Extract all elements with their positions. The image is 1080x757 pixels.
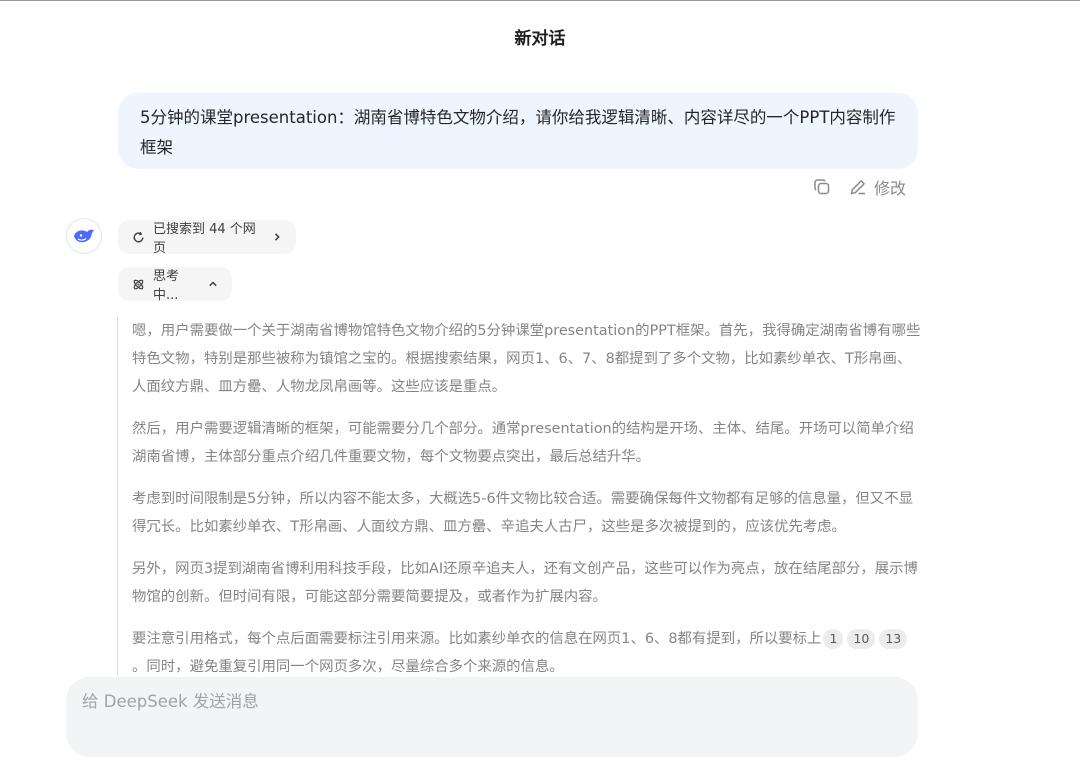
atom-icon — [133, 279, 144, 289]
thinking-paragraph: 考虑到时间限制是5分钟，所以内容不能太多，大概选5-6件文物比较合适。需要确保每… — [132, 491, 913, 535]
message-actions: 修改 — [812, 176, 906, 198]
citation-badge[interactable]: 13 — [879, 629, 908, 649]
message-input-box — [66, 677, 918, 757]
copy-button[interactable] — [812, 177, 832, 197]
thinking-content: 嗯，用户需要做一个关于湖南省博物馆特色文物介绍的5分钟课堂presentatio… — [117, 317, 922, 675]
chevron-right-icon — [274, 233, 280, 241]
thinking-toggle-chip[interactable]: 思考中... — [118, 267, 232, 303]
pencil-icon — [850, 180, 865, 195]
edit-label: 修改 — [874, 179, 907, 198]
edit-button[interactable]: 修改 — [848, 175, 906, 199]
web-search-results-chip[interactable]: 已搜索到 44 个网页 — [118, 220, 296, 256]
user-message-bubble: 5分钟的课堂presentation：湖南省博特色文物介绍，请你给我逻辑清晰、内… — [118, 93, 918, 169]
refresh-search-icon — [133, 231, 144, 242]
user-message-text: 5分钟的课堂presentation：湖南省博特色文物介绍，请你给我逻辑清晰、内… — [140, 108, 896, 157]
thinking-paragraph: 另外，网页3提到湖南省博利用科技手段，比如AI还原辛追夫人，还有文创产品，这些可… — [132, 561, 918, 605]
citation-badge[interactable]: 10 — [847, 629, 876, 649]
thinking-paragraph-last: 要注意引用格式，每个点后面需要标注引用来源。比如素纱单衣的信息在网页1、6、8都… — [132, 625, 922, 675]
thinking-text: 。同时，避免重复引用同一个网页多次，尽量综合多个来源的信息。 — [132, 659, 564, 675]
copy-icon — [814, 179, 830, 195]
deepseek-whale-icon — [74, 229, 94, 243]
thinking-paragraph: 嗯，用户需要做一个关于湖南省博物馆特色文物介绍的5分钟课堂presentatio… — [132, 323, 921, 395]
assistant-avatar — [66, 218, 102, 254]
top-divider — [0, 0, 1080, 1]
page-title: 新对话 — [514, 29, 566, 49]
citation-badge[interactable]: 1 — [823, 629, 844, 649]
message-input[interactable] — [80, 691, 908, 712]
chevron-up-icon — [209, 281, 217, 287]
search-chip-label: 已搜索到 44 个网页 — [153, 222, 256, 256]
thinking-chip-label: 思考中... — [153, 269, 180, 303]
thinking-paragraph: 然后，用户需要逻辑清晰的框架，可能需要分几个部分。通常presentation的… — [132, 421, 914, 465]
thinking-text: 要注意引用格式，每个点后面需要标注引用来源。比如素纱单衣的信息在网页1、6、8都… — [132, 631, 822, 647]
